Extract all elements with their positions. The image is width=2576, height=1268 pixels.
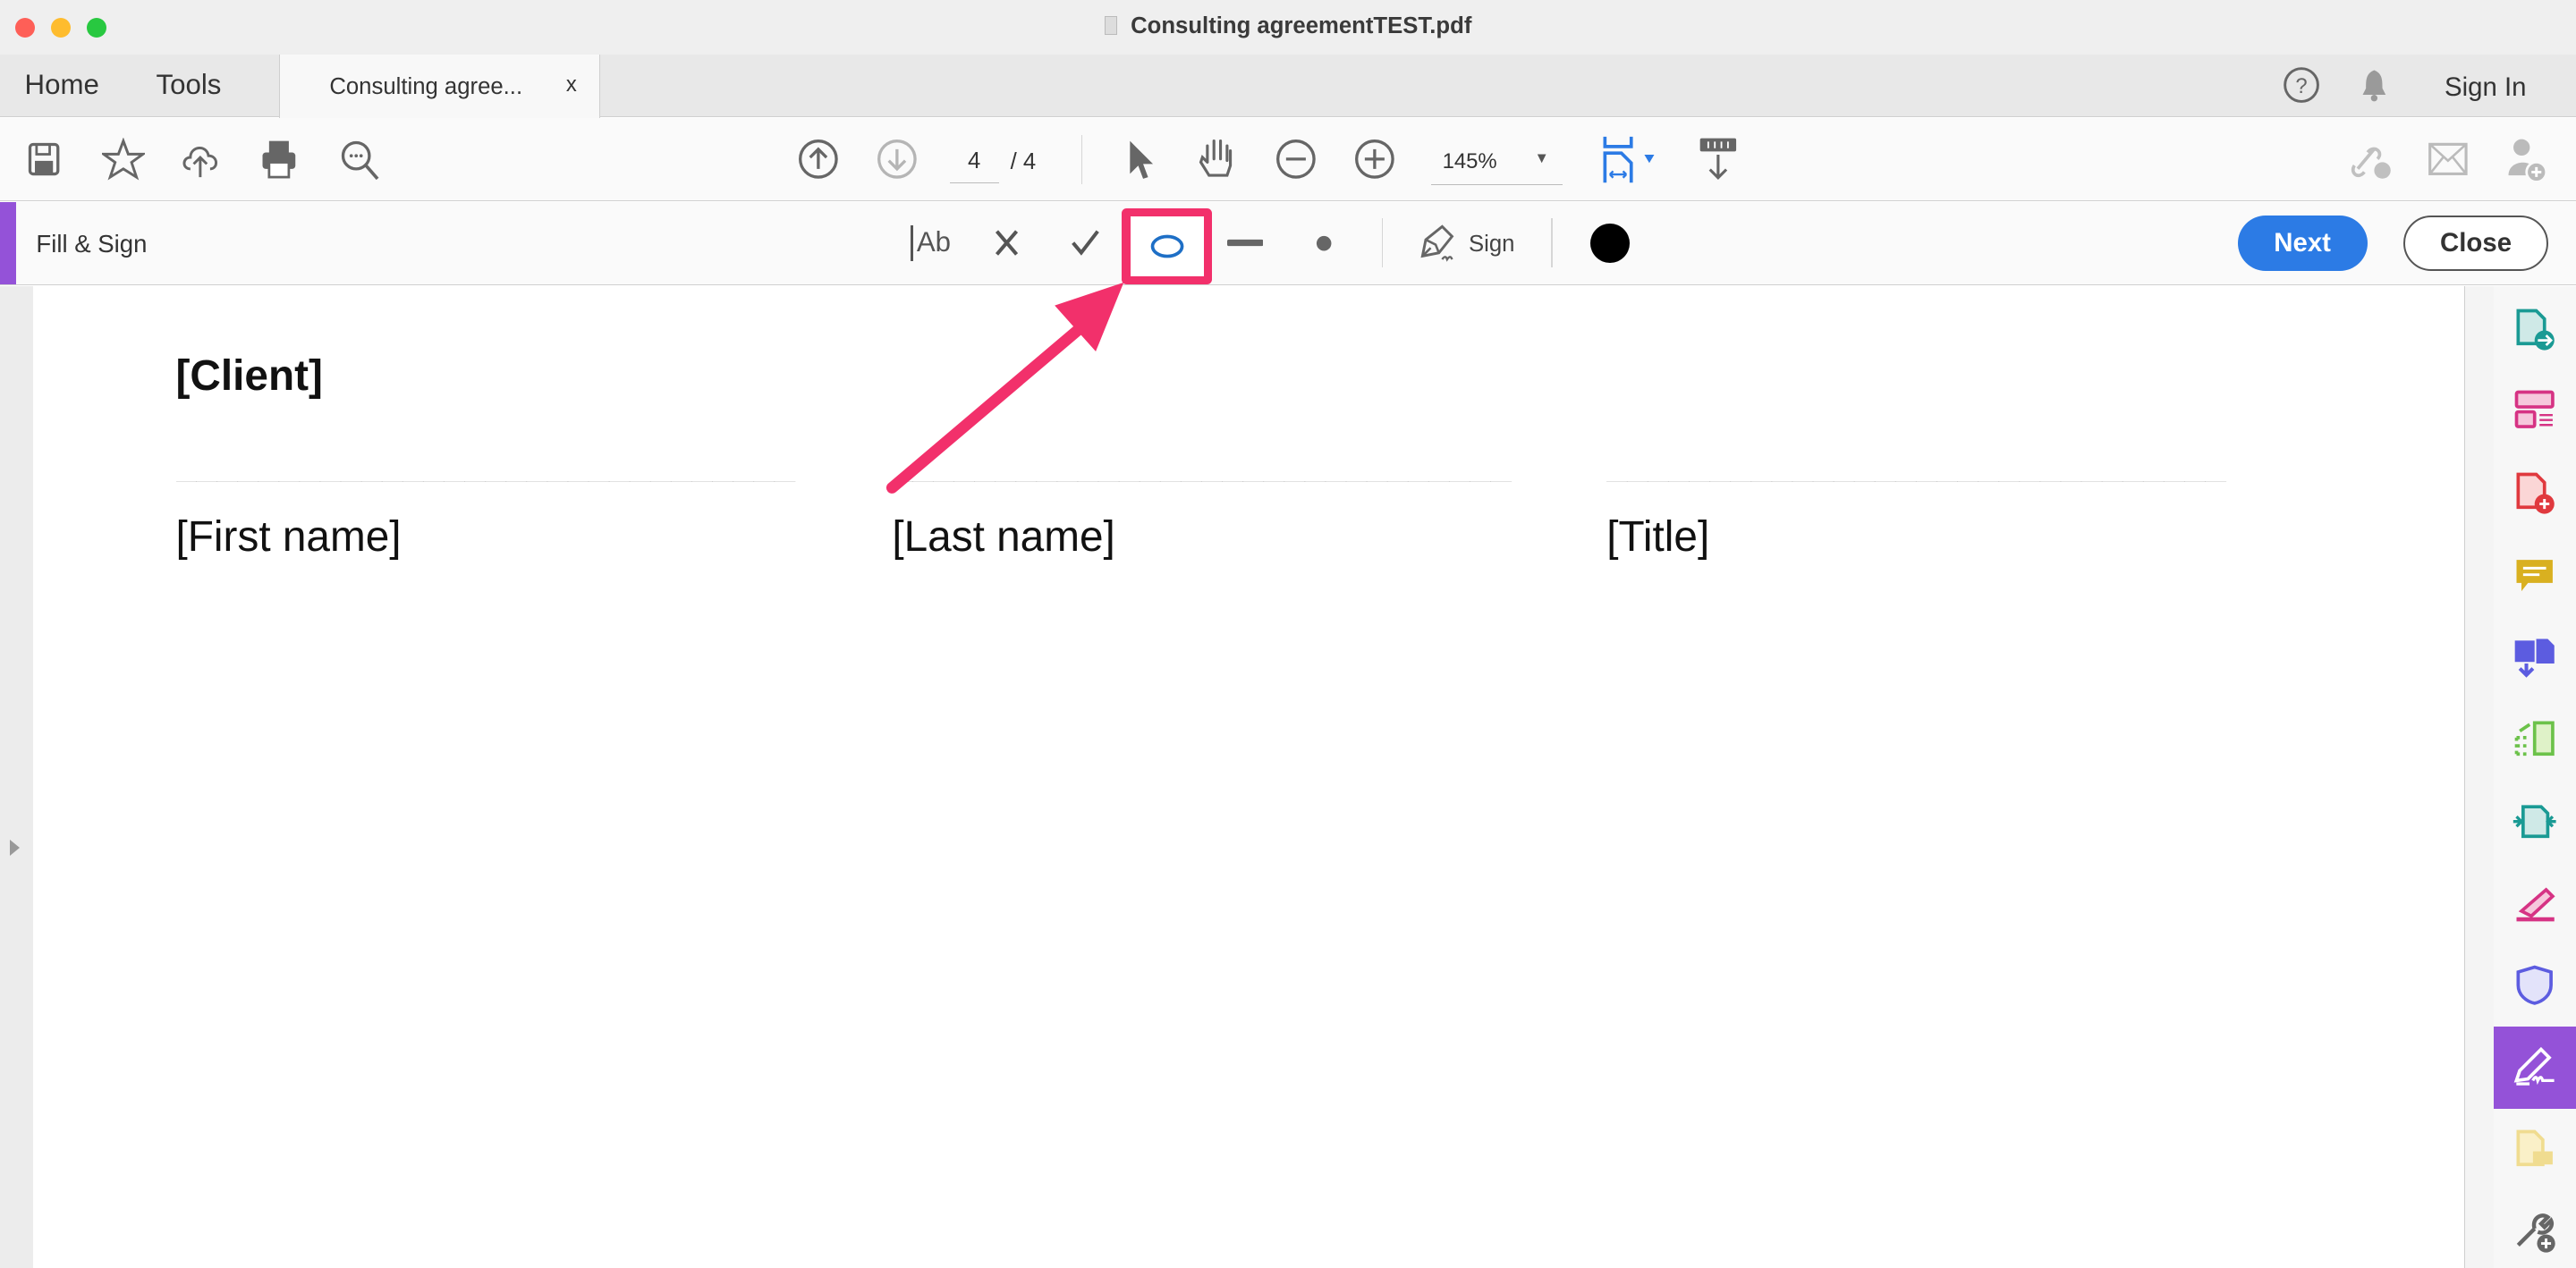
first-name-signature-line: ______________________________ [175,444,795,483]
toolbar-divider [1080,134,1083,184]
fill-sign-toolbar: Fill & Sign Ab Sign Next Close [0,201,2576,285]
text-cursor-icon [910,224,914,262]
sign-label: Sign [1469,231,1515,257]
first-name-label: [First name] [175,513,402,562]
comment-icon[interactable] [2494,534,2576,616]
pdf-page[interactable]: [Client] ______________________________ … [32,285,2465,1268]
organize-pages-icon[interactable] [2494,369,2576,452]
tab-document[interactable]: Consulting agree... x [279,54,600,119]
export-pdf-icon[interactable] [2494,287,2576,369]
last-name-label: [Last name] [892,513,1115,562]
ellipse-tool-icon[interactable] [1130,216,1205,276]
next-page-icon[interactable] [874,136,919,182]
previous-page-icon[interactable] [795,136,841,182]
chevron-down-icon: ▼ [1534,149,1549,167]
cross-mark-tool-icon[interactable] [987,224,1027,263]
protect-shield-icon[interactable] [2494,944,2576,1027]
send-for-comments-icon[interactable] [2494,1109,2576,1191]
zoom-level-value: 145% [1442,149,1497,174]
client-heading: [Client] [175,352,323,401]
save-icon[interactable] [23,138,66,181]
main-toolbar: 4 / 4 145% ▼ [0,118,2576,202]
hand-tool-icon[interactable] [1194,135,1240,184]
add-text-label: Ab [916,226,952,258]
combine-files-icon[interactable] [2494,616,2576,698]
close-button[interactable]: Close [2403,215,2549,272]
svg-text:?: ? [2296,75,2308,99]
fill-sign-accent-strip [0,201,17,284]
right-tools-pane [2494,285,2576,1268]
expand-arrow-icon [10,839,20,856]
fill-sign-title: Fill & Sign [36,230,148,258]
window-title-text: Consulting agreementTEST.pdf [1131,13,1472,38]
title-label: [Title] [1606,513,1710,562]
line-tool-icon[interactable] [1224,224,1267,263]
sign-button[interactable]: Sign [1416,220,1521,266]
create-pdf-icon[interactable] [2494,452,2576,534]
share-link-icon[interactable] [2346,136,2395,182]
toolbar-divider [1550,218,1553,268]
fill-sign-tool-icon[interactable] [2494,1026,2576,1109]
edit-pdf-icon[interactable] [2494,698,2576,781]
page-display-icon[interactable] [1597,135,1662,184]
last-name-signature-line: ______________________________ [892,444,1512,483]
tab-home[interactable]: Home [25,69,99,101]
page-number-input[interactable]: 4 [949,143,999,183]
title-signature-line: ______________________________ [1606,444,2226,483]
tab-tools[interactable]: Tools [156,69,221,101]
left-panel-toggle[interactable] [0,285,33,1268]
email-icon[interactable] [2425,136,2470,182]
zoom-in-icon[interactable] [1352,136,1398,182]
title-bar: Consulting agreementTEST.pdf [0,0,2576,55]
print-icon[interactable] [257,136,302,182]
document-area: [Client] ______________________________ … [0,285,2576,1268]
add-user-icon[interactable] [2502,136,2551,185]
redact-icon[interactable] [2494,862,2576,944]
compress-pdf-icon[interactable] [2494,780,2576,862]
tab-bar: Home Tools Consulting agree... x ? Sign … [0,54,2576,119]
select-cursor-icon[interactable] [1117,136,1163,182]
zoom-out-icon[interactable] [1273,136,1318,182]
pdf-file-icon [1104,16,1118,35]
vertical-scrollbar[interactable] [2464,285,2496,1268]
toolbar-divider [1381,218,1384,268]
page-total: / 4 [1010,149,1037,175]
add-text-tool[interactable]: Ab [905,222,958,265]
scroll-mode-icon[interactable] [1695,135,1741,184]
document-tab-label: Consulting agree... [329,73,523,99]
sign-in-link[interactable]: Sign In [2445,72,2526,103]
pen-signature-icon [1416,220,1462,266]
help-icon[interactable]: ? [2280,64,2323,107]
checkmark-tool-icon[interactable] [1066,224,1106,263]
dot-tool-icon[interactable] [1308,224,1341,263]
next-button[interactable]: Next [2237,215,2368,272]
more-tools-wrench-icon[interactable] [2494,1191,2576,1268]
window-title: Consulting agreementTEST.pdf [0,13,2576,39]
bell-icon[interactable] [2354,64,2394,107]
search-icon[interactable] [337,136,383,182]
upload-cloud-icon[interactable] [177,136,223,182]
close-tab-button[interactable]: x [566,72,577,97]
ellipse-tool-highlight [1122,208,1213,284]
ink-color-swatch[interactable] [1589,223,1630,263]
bookmark-star-icon[interactable] [100,136,146,182]
zoom-level-dropdown[interactable]: 145% ▼ [1430,141,1563,185]
